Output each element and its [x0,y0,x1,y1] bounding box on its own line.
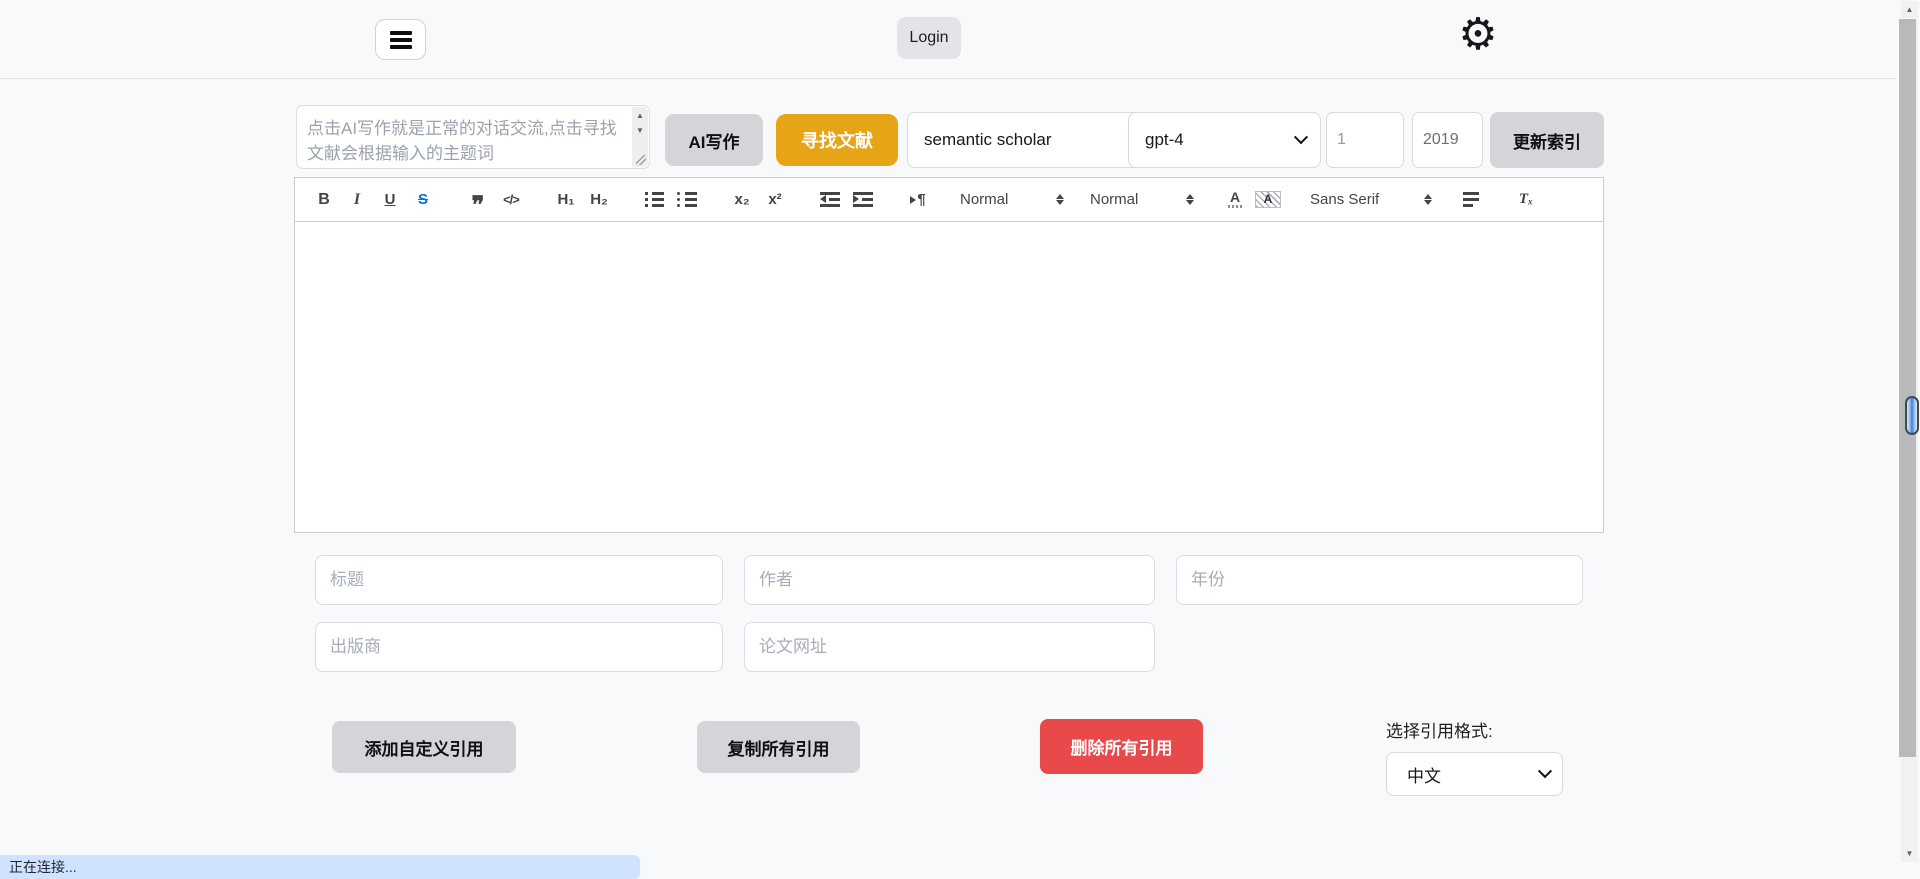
author-field[interactable] [744,555,1155,605]
updown-arrows-icon [1186,194,1194,205]
text-color-icon[interactable]: A [1222,187,1248,213]
font-picker-label: Sans Serif [1310,191,1380,208]
ordered-list-icon[interactable] [641,187,667,213]
editor-content-area[interactable] [294,222,1604,533]
size-picker-label: Normal [960,191,1009,208]
resize-handle-icon[interactable] [636,155,646,165]
header-picker-label: Normal [1090,191,1139,208]
strikethrough-icon[interactable]: S [410,187,436,213]
model-value: gpt-4 [1145,130,1184,149]
ai-write-button[interactable]: AI写作 [665,114,763,166]
find-literature-button[interactable]: 寻找文献 [776,114,898,166]
bold-icon[interactable]: B [311,187,337,213]
add-custom-citation-button[interactable]: 添加自定义引用 [332,721,516,773]
count-input[interactable] [1326,112,1404,168]
title-field[interactable] [315,555,723,605]
citation-format-select[interactable]: 中文 [1386,752,1563,796]
scrollbar-down-icon[interactable]: ▼ [1901,845,1918,862]
search-engine-value: semantic scholar [924,130,1052,149]
code-block-icon[interactable]: </> [498,187,524,213]
top-bar: Login ⚙ [0,0,1920,79]
app-screen: Login ⚙ ▲ ▼ AI写作 寻找文献 semantic scholar g… [0,0,1920,879]
italic-icon[interactable]: I [344,187,370,213]
scroll-up-icon[interactable]: ▲ [632,111,648,120]
outdent-icon[interactable] [817,187,843,213]
scrollbar-thumb[interactable] [1899,19,1916,757]
chevron-down-icon [1537,764,1553,779]
status-bar: 正在连接... [0,855,640,879]
indent-icon[interactable] [850,187,876,213]
size-picker[interactable]: Normal [960,187,1064,213]
page-scrollbar: ▲ ▼ [1896,0,1920,879]
model-select[interactable]: gpt-4 [1128,112,1321,168]
editor-toolbar: B I U S ❞ </> H₁ H₂ x₂ x² ¶ Normal Norma… [294,177,1604,222]
underline-icon[interactable]: U [377,187,403,213]
header-2-icon[interactable]: H₂ [586,187,612,213]
update-index-button[interactable]: 更新索引 [1490,112,1604,168]
citation-format-value: 中文 [1407,766,1441,786]
copy-all-citations-button[interactable]: 复制所有引用 [697,721,860,773]
updown-arrows-icon [1056,194,1064,205]
scrollbar-blue-thumb[interactable] [1905,396,1919,435]
login-button[interactable]: Login [897,17,961,59]
chevron-down-icon [1293,130,1309,145]
background-color-icon[interactable]: A [1255,191,1281,208]
textarea-scrollbar[interactable]: ▲ ▼ [632,107,648,167]
text-direction-icon[interactable]: ¶ [905,187,931,213]
header-picker[interactable]: Normal [1090,187,1194,213]
prompt-textarea[interactable] [297,106,627,168]
bullet-list-icon[interactable] [674,187,700,213]
delete-all-citations-button[interactable]: 删除所有引用 [1040,719,1203,774]
scroll-down-icon[interactable]: ▼ [632,126,648,135]
updown-arrows-icon [1424,194,1432,205]
settings-button[interactable]: ⚙ [1452,4,1504,66]
align-icon[interactable] [1458,187,1484,213]
header-1-icon[interactable]: H₁ [553,187,579,213]
prompt-box: ▲ ▼ [296,105,650,169]
year-field[interactable] [1176,555,1583,605]
publisher-field[interactable] [315,622,723,672]
scrollbar-up-icon[interactable]: ▲ [1901,1,1918,18]
search-engine-select[interactable]: semantic scholar [907,112,1157,168]
gear-icon: ⚙ [1458,10,1498,59]
superscript-icon[interactable]: x² [762,187,788,213]
blockquote-icon[interactable]: ❞ [465,187,491,217]
citation-format-label: 选择引用格式: [1386,722,1493,741]
menu-button[interactable] [375,19,426,60]
paper-url-field[interactable] [744,622,1155,672]
hamburger-icon [389,30,412,49]
font-picker[interactable]: Sans Serif [1310,187,1432,213]
clean-format-icon[interactable]: Tₓ [1513,187,1539,213]
subscript-icon[interactable]: x₂ [729,187,755,213]
year-filter-input[interactable] [1412,112,1483,168]
